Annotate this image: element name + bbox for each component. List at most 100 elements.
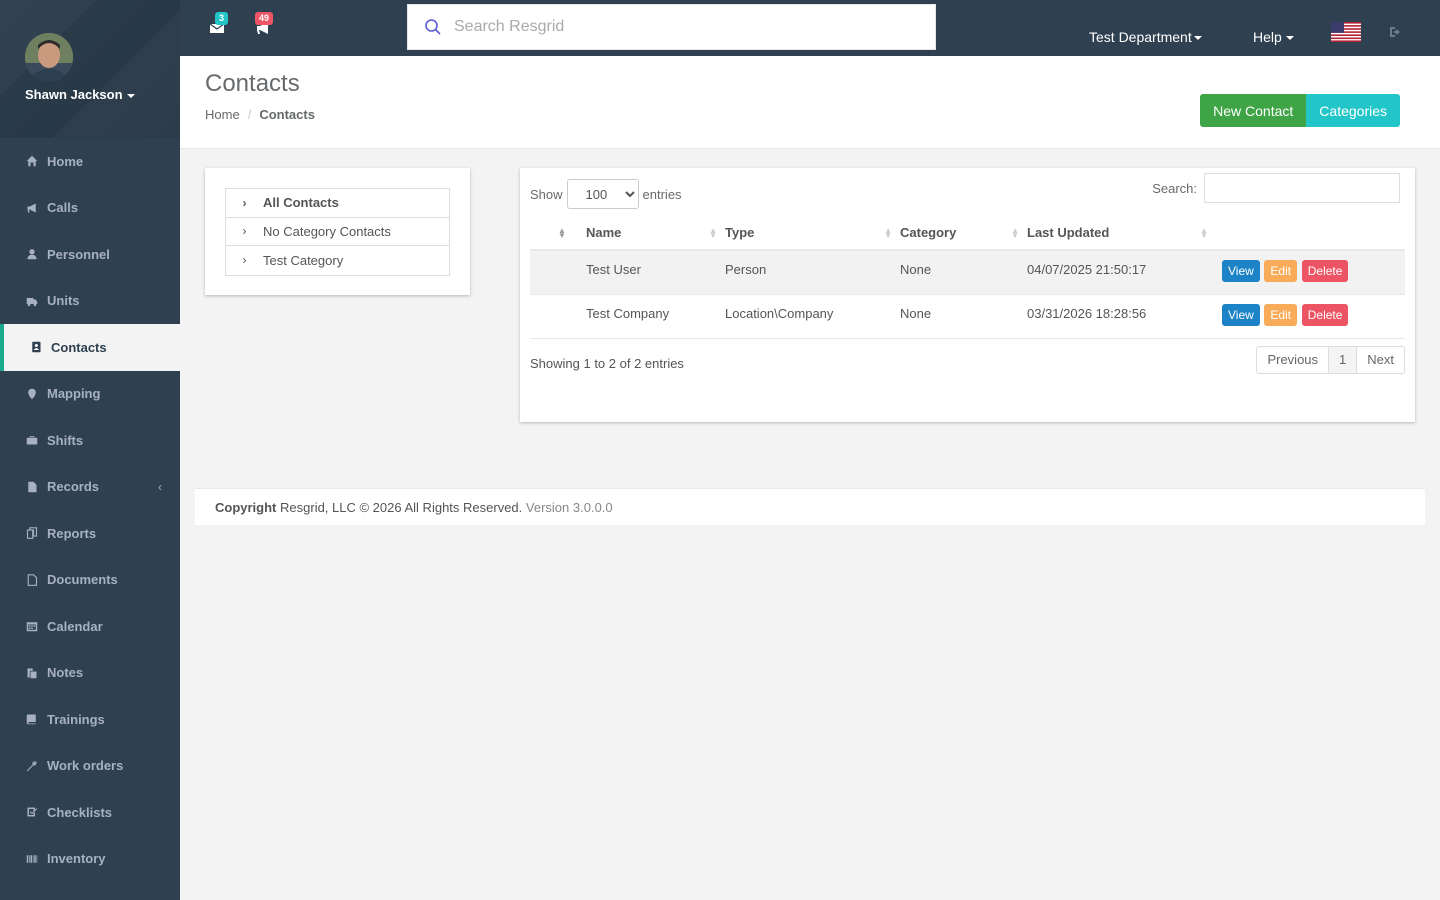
table-row: Test User Person None 04/07/2025 21:50:1… (530, 250, 1405, 295)
sidebar-item-notes[interactable]: Notes (0, 650, 180, 697)
sidebar-item-reports[interactable]: Reports (0, 510, 180, 557)
sidebar-item-label: Checklists (47, 804, 113, 820)
document-icon (25, 573, 39, 587)
pagination: Previous 1 Next (1256, 346, 1405, 374)
category-cell: None (900, 250, 1027, 295)
footer: Copyright Resgrid, LLC © 2026 All Rights… (195, 488, 1425, 525)
sidebar-item-contacts[interactable]: Contacts (0, 324, 180, 371)
sidebar-item-label: Calls (47, 200, 79, 216)
sidebar-item-label: Trainings (47, 711, 105, 727)
column-header-name[interactable]: Name ▲ ▼ (586, 216, 725, 251)
sidebar-item-inventory[interactable]: Inventory (0, 836, 180, 883)
help-dropdown[interactable]: Help (1253, 29, 1294, 45)
updated-cell: 03/31/2026 18:28:56 (1027, 294, 1216, 339)
new-contact-button[interactable]: New Contact (1200, 94, 1307, 127)
department-dropdown[interactable]: Test Department (1089, 29, 1202, 45)
copyright-text: Resgrid, LLC © 2026 All Rights Reserved. (280, 500, 523, 515)
sidebar-item-label: Inventory (47, 851, 106, 867)
edit-button[interactable]: Edit (1264, 260, 1298, 282)
caret-down-icon (1285, 36, 1294, 41)
category-panel: › All Contacts › No Category Contacts › Tes… (205, 168, 470, 295)
table-search-input[interactable] (1204, 173, 1400, 203)
chevron-right-icon: › (242, 253, 247, 268)
view-button[interactable]: View (1222, 303, 1260, 326)
table-info: Showing 1 to 2 of 2 entries (530, 356, 684, 371)
user-name: Shawn Jackson (25, 87, 123, 102)
show-label: Show (530, 186, 563, 202)
category-label: All Contacts (263, 195, 339, 211)
breadcrumb-home[interactable]: Home (205, 107, 240, 122)
updated-cell: 04/07/2025 21:50:17 (1027, 250, 1216, 295)
table-search: Search: (1152, 173, 1400, 203)
category-item-no-category[interactable]: › No Category Contacts (226, 218, 449, 246)
sidebar-item-documents[interactable]: Documents (0, 557, 180, 604)
sidebar-item-calendar[interactable]: Calendar (0, 603, 180, 650)
column-header-index[interactable]: ▲ ▼ (530, 216, 586, 251)
sidebar-item-label: Contacts (51, 339, 107, 355)
checklist-icon (25, 805, 39, 819)
actions-cell: View Edit Delete (1216, 294, 1405, 339)
page-length-select[interactable]: 100 (566, 179, 639, 209)
copyright-label: Copyright (215, 500, 277, 515)
category-item-test[interactable]: › Test Category (226, 246, 449, 275)
view-button[interactable]: View (1222, 260, 1260, 282)
chevron-right-icon: › (242, 195, 247, 210)
calls-badge: 49 (255, 12, 274, 25)
profile-header: Shawn Jackson (0, 0, 180, 138)
column-label: Last Updated (1027, 225, 1110, 240)
map-marker-icon (25, 387, 39, 401)
sidebar-item-mapping[interactable]: Mapping (0, 371, 180, 418)
sidebar-item-records[interactable]: Records ‹ (0, 464, 180, 511)
previous-page-button[interactable]: Previous (1257, 347, 1330, 373)
sidebar-item-calls[interactable]: Calls (0, 185, 180, 232)
messages-button[interactable]: 3 (209, 12, 229, 38)
sidebar-item-label: Units (47, 293, 80, 309)
delete-button[interactable]: Delete (1301, 303, 1349, 326)
type-cell: Person (725, 250, 900, 295)
messages-badge: 3 (215, 12, 229, 25)
sort-icon: ▲ ▼ (884, 226, 892, 240)
sidebar-item-label: Calendar (47, 618, 103, 634)
categories-button[interactable]: Categories (1306, 94, 1400, 127)
page-title: Contacts (205, 70, 300, 97)
briefcase-icon (25, 433, 39, 447)
name-cell: Test User (586, 250, 725, 295)
column-header-last-updated[interactable]: Last Updated ▲ ▼ (1027, 216, 1216, 251)
file-icon (25, 480, 39, 494)
contacts-table: ▲ ▼ Name ▲ ▼ Type ▲ ▼ Category ▲ ▼ Last Updated… (530, 216, 1405, 339)
us-flag-icon[interactable] (1331, 22, 1361, 42)
sidebar-item-work-orders[interactable]: Work orders (0, 743, 180, 790)
home-icon (25, 154, 39, 168)
sidebar-item-label: Records (47, 479, 100, 495)
next-page-button[interactable]: Next (1357, 347, 1404, 373)
page-heading: Contacts Home / Contacts New Contact Categ… (180, 56, 1440, 149)
page-actions: New Contact Categories (1200, 94, 1400, 127)
calls-button[interactable]: 49 (255, 12, 274, 38)
category-item-all[interactable]: › All Contacts (226, 189, 449, 218)
sidebar-item-trainings[interactable]: Trainings (0, 696, 180, 743)
sidebar-item-checklists[interactable]: Checklists (0, 789, 180, 836)
sidebar-item-personnel[interactable]: Personnel (0, 231, 180, 278)
sign-out-icon[interactable] (1389, 26, 1403, 38)
column-header-category[interactable]: Category ▲ ▼ (900, 216, 1027, 251)
edit-button[interactable]: Edit (1264, 303, 1298, 326)
avatar[interactable] (25, 33, 73, 81)
sidebar-item-home[interactable]: Home (0, 138, 180, 185)
column-header-type[interactable]: Type ▲ ▼ (725, 216, 900, 251)
calendar-icon (25, 619, 39, 633)
sidebar-item-units[interactable]: Units (0, 278, 180, 325)
user-menu-toggle[interactable]: Shawn Jackson (25, 87, 135, 102)
sort-icon: ▲ ▼ (558, 226, 566, 240)
page-1-button[interactable]: 1 (1329, 347, 1358, 373)
column-label: Category (900, 225, 957, 240)
top-navbar: 3 49 Test Department Help (180, 0, 1440, 56)
caret-down-icon (126, 93, 135, 98)
notes-icon (25, 666, 39, 680)
delete-button[interactable]: Delete (1301, 260, 1349, 282)
sidebar-item-shifts[interactable]: Shifts (0, 417, 180, 464)
address-book-icon (29, 340, 43, 354)
sidebar-item-label: Shifts (47, 432, 84, 448)
sort-icon: ▲ ▼ (709, 226, 717, 240)
sort-icon: ▲ ▼ (1011, 226, 1019, 240)
search-input[interactable] (454, 18, 894, 36)
